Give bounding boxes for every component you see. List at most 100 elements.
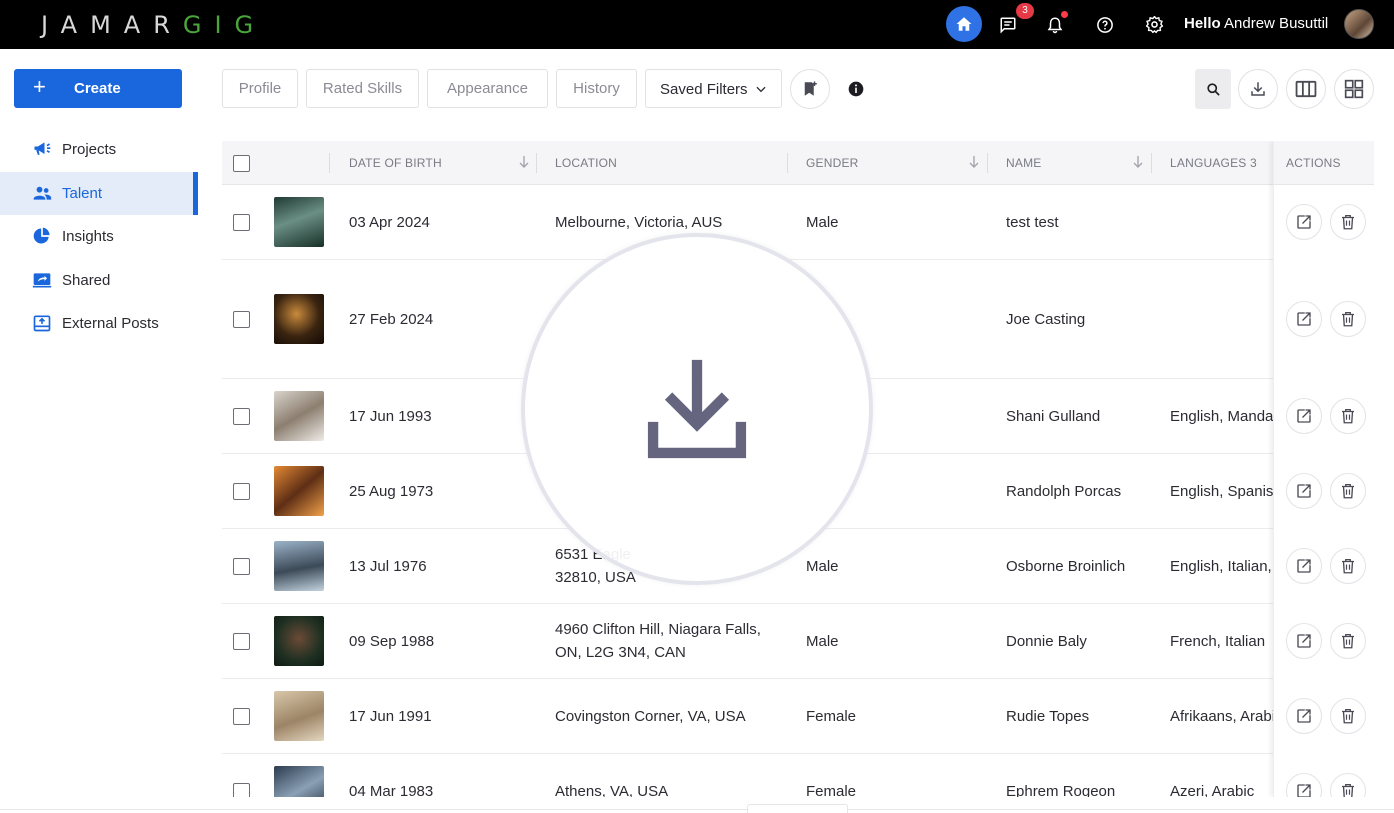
grid-view-button[interactable] — [1334, 69, 1374, 109]
chat-icon — [1000, 17, 1016, 34]
info-button[interactable] — [846, 79, 866, 99]
sidebar-item-shared[interactable]: Shared — [0, 259, 198, 302]
sidebar-item-external-posts[interactable]: External Posts — [0, 302, 198, 345]
table-row[interactable]: 17 Jun 1991 Covingston Corner, VA, USA F… — [222, 679, 1374, 754]
plus-icon: + — [33, 74, 46, 99]
actions-column: ACTIONS — [1273, 141, 1374, 797]
tab-history[interactable]: History — [556, 69, 637, 108]
sort-arrow-icon[interactable] — [1132, 155, 1144, 169]
external-link-icon — [1297, 634, 1311, 648]
open-profile-button[interactable] — [1286, 473, 1322, 509]
column-header-name[interactable]: NAME — [1006, 156, 1041, 170]
row-checkbox[interactable] — [233, 633, 250, 650]
download-icon — [1251, 82, 1265, 96]
external-link-icon — [1297, 784, 1311, 797]
sidebar-item-talent[interactable]: Talent — [0, 172, 198, 215]
row-checkbox[interactable] — [233, 214, 250, 231]
row-checkbox[interactable] — [233, 558, 250, 575]
tab-profile[interactable]: Profile — [222, 69, 298, 108]
trash-icon — [1342, 558, 1354, 574]
talent-photo[interactable] — [274, 616, 324, 666]
sidebar-item-insights[interactable]: Insights — [0, 215, 198, 258]
external-link-icon — [1297, 709, 1311, 723]
column-header-location[interactable]: LOCATION — [555, 156, 617, 170]
open-profile-button[interactable] — [1286, 301, 1322, 337]
trash-icon — [1342, 708, 1354, 724]
open-profile-button[interactable] — [1286, 548, 1322, 584]
delete-button[interactable] — [1330, 698, 1366, 734]
help-button[interactable] — [1087, 8, 1123, 41]
talent-photo[interactable] — [274, 466, 324, 516]
trash-icon — [1342, 783, 1354, 797]
delete-button[interactable] — [1330, 398, 1366, 434]
sort-arrow-icon[interactable] — [968, 155, 980, 169]
messages-badge: 3 — [1016, 3, 1034, 19]
table-row[interactable]: 03 Apr 2024 Melbourne, Victoria, AUS Mal… — [222, 185, 1374, 260]
trash-icon — [1342, 483, 1354, 499]
delete-button[interactable] — [1330, 473, 1366, 509]
people-icon — [33, 186, 52, 200]
download-icon — [647, 359, 747, 459]
column-header-actions: ACTIONS — [1286, 156, 1341, 170]
save-filter-button[interactable] — [790, 69, 830, 109]
download-button[interactable] — [1238, 69, 1278, 109]
table-row[interactable]: 04 Mar 1983 Athens, VA, USA Female Ephre… — [222, 754, 1374, 797]
external-link-icon — [1297, 559, 1311, 573]
column-header-dob[interactable]: DATE OF BIRTH — [349, 156, 442, 170]
notification-dot — [1061, 11, 1068, 18]
tab-appearance[interactable]: Appearance — [427, 69, 548, 108]
logo[interactable]: JAMARGIG — [41, 11, 266, 39]
talent-photo[interactable] — [274, 541, 324, 591]
user-avatar[interactable] — [1344, 9, 1374, 39]
columns-button[interactable] — [1286, 69, 1326, 109]
open-profile-button[interactable] — [1286, 398, 1322, 434]
open-profile-button[interactable] — [1286, 698, 1322, 734]
external-link-icon — [1297, 312, 1311, 326]
user-greeting: Hello Andrew Busuttil — [1184, 15, 1329, 32]
info-icon — [848, 81, 864, 97]
create-button[interactable]: + Create — [14, 69, 182, 108]
row-checkbox[interactable] — [233, 483, 250, 500]
open-profile-button[interactable] — [1286, 623, 1322, 659]
external-posts-icon — [33, 315, 51, 332]
delete-button[interactable] — [1330, 204, 1366, 240]
delete-button[interactable] — [1330, 623, 1366, 659]
gear-icon — [1145, 15, 1163, 34]
row-checkbox[interactable] — [233, 408, 250, 425]
saved-filters-dropdown[interactable]: Saved Filters — [645, 69, 782, 108]
delete-button[interactable] — [1330, 548, 1366, 584]
bell-icon — [1047, 16, 1063, 33]
external-link-icon — [1297, 215, 1311, 229]
delete-button[interactable] — [1330, 301, 1366, 337]
top-bar: JAMARGIG 3 Hello Andrew Busuttil — [0, 0, 1394, 49]
column-header-languages[interactable]: LANGUAGES 3 — [1170, 156, 1257, 170]
settings-button[interactable] — [1136, 8, 1172, 41]
trash-icon — [1342, 633, 1354, 649]
column-header-gender[interactable]: GENDER — [806, 156, 859, 170]
row-checkbox[interactable] — [233, 783, 250, 797]
home-button[interactable] — [946, 6, 982, 42]
search-button[interactable] — [1195, 69, 1231, 109]
tab-rated-skills[interactable]: Rated Skills — [306, 69, 419, 108]
talent-photo[interactable] — [274, 197, 324, 247]
open-profile-button[interactable] — [1286, 204, 1322, 240]
talent-photo[interactable] — [274, 766, 324, 797]
sidebar-item-projects[interactable]: Projects — [0, 128, 198, 171]
select-all-checkbox[interactable] — [233, 155, 250, 172]
bookmark-add-icon — [804, 81, 817, 96]
delete-button[interactable] — [1330, 773, 1366, 797]
row-checkbox[interactable] — [233, 708, 250, 725]
sort-arrow-icon[interactable] — [518, 155, 530, 169]
talent-photo[interactable] — [274, 691, 324, 741]
help-icon — [1097, 16, 1113, 33]
row-checkbox[interactable] — [233, 311, 250, 328]
talent-photo[interactable] — [274, 294, 324, 344]
pagination-tab[interactable] — [747, 804, 848, 813]
chevron-down-icon — [756, 86, 766, 93]
megaphone-icon — [34, 142, 51, 155]
talent-photo[interactable] — [274, 391, 324, 441]
external-link-icon — [1297, 484, 1311, 498]
open-profile-button[interactable] — [1286, 773, 1322, 797]
pie-chart-icon — [33, 227, 50, 244]
table-row[interactable]: 09 Sep 1988 4960 Clifton Hill, Niagara F… — [222, 604, 1374, 679]
